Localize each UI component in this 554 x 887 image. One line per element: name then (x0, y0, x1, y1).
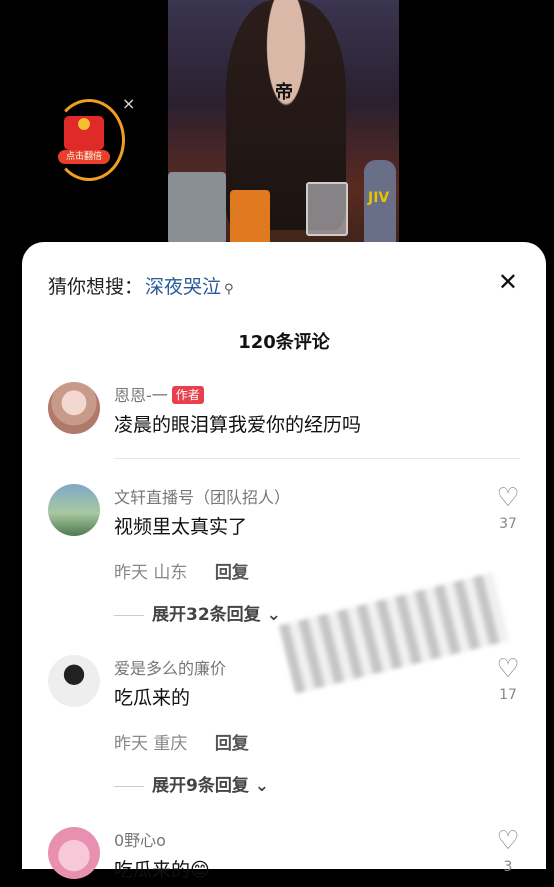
chevron-down-icon: ⌄ (254, 776, 270, 796)
comment-count: 120条评论 (238, 332, 330, 353)
comment-author[interactable]: 恩恩-一 作者 (114, 382, 204, 406)
tattoo-text: 帝 (275, 82, 293, 103)
heart-icon: ♡ (496, 826, 520, 856)
suggest-keyword[interactable]: 深夜哭泣 (145, 276, 221, 298)
red-packet-label: 点击翻倍 (58, 150, 110, 164)
comment-time: 昨天 (114, 734, 148, 754)
ice-bucket (168, 172, 226, 244)
author-badge: 作者 (171, 386, 204, 404)
like-control[interactable]: ♡ 37 (488, 484, 528, 532)
avatar[interactable] (48, 484, 100, 536)
reply-button[interactable]: 回复 (215, 563, 249, 583)
close-button[interactable]: ✕ (498, 268, 518, 296)
like-control[interactable]: ♡ 17 (488, 655, 528, 703)
divider (114, 458, 520, 459)
red-packet-widget[interactable]: 点击翻倍 (53, 99, 125, 181)
comment-item: 0野心o 吃瓜来的😊 ♡ 3 (48, 827, 528, 887)
avatar[interactable] (48, 655, 100, 707)
avatar[interactable] (48, 382, 100, 434)
heart-icon: ♡ (496, 654, 520, 684)
reply-button[interactable]: 回复 (215, 734, 249, 754)
expand-replies-label: 展开9条回复 (152, 776, 249, 796)
orange-cup (230, 190, 270, 246)
avatar[interactable] (48, 827, 100, 879)
like-count: 37 (499, 516, 517, 532)
comment-author-name[interactable]: 爱是多么的廉价 (114, 655, 226, 679)
video-player[interactable]: 帝 JIV (168, 0, 399, 252)
comment-text: 视频里太真实了 (114, 516, 248, 538)
comment-author-name: 恩恩-一 (114, 386, 168, 405)
comment-text: 吃瓜来的 (114, 687, 191, 709)
expand-replies-button[interactable]: 展开32条回复 ⌄ (114, 600, 281, 625)
comment-location: 山东 (153, 563, 188, 583)
comment-time: 昨天 (114, 563, 148, 583)
comment-author-name[interactable]: 文轩直播号（团队招人） (114, 484, 290, 508)
comment-meta: 昨天 山东 回复 (114, 558, 249, 583)
comment-location: 重庆 (153, 734, 188, 754)
search-icon: ⚲ (224, 282, 234, 297)
comment-meta: 昨天 重庆 回复 (114, 729, 249, 754)
comment-item: 恩恩-一 作者 凌晨的眼泪算我爱你的经历吗 (48, 382, 528, 442)
comment-text: 凌晨的眼泪算我爱你的经历吗 (114, 414, 362, 436)
expand-replies-label: 展开32条回复 (152, 605, 261, 625)
red-packet-close-icon[interactable]: × (122, 94, 135, 113)
comment-author-name[interactable]: 0野心o (114, 827, 166, 851)
suggest-prefix: 猜你想搜： (48, 276, 144, 298)
bottle-label: JIV (368, 190, 390, 206)
heart-icon: ♡ (496, 483, 520, 513)
search-suggestion[interactable]: 猜你想搜： 深夜哭泣 ⚲ (48, 272, 234, 299)
shot-glass (306, 182, 348, 236)
comment-item: 爱是多么的廉价 吃瓜来的 昨天 重庆 回复 展开9条回复 ⌄ ♡ 17 (48, 655, 528, 805)
like-count: 3 (503, 859, 513, 875)
expand-replies-button[interactable]: 展开9条回复 ⌄ (114, 771, 269, 796)
like-control[interactable]: ♡ 3 (488, 827, 528, 875)
like-count: 17 (499, 687, 517, 703)
comment-sheet: 猜你想搜： 深夜哭泣 ⚲ ✕ 120条评论 恩恩-一 作者 凌晨的眼泪算我爱你的经历吗… (22, 242, 546, 881)
chevron-down-icon: ⌄ (266, 605, 281, 625)
red-envelope-icon (64, 116, 104, 150)
bottle: JIV (364, 160, 396, 252)
